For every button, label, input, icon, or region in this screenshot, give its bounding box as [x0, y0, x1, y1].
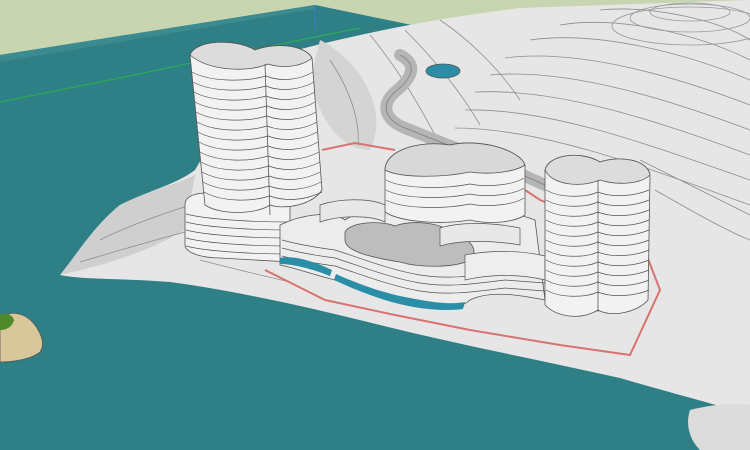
building-tower-west[interactable]	[189, 41, 323, 216]
building-tower-east[interactable]	[544, 155, 651, 317]
model-viewport[interactable]	[0, 0, 750, 450]
scene-canvas[interactable]	[0, 0, 750, 450]
reservoir-pond	[425, 63, 461, 79]
building-central-midrise	[384, 142, 526, 223]
terrain-edge-right	[688, 403, 750, 450]
